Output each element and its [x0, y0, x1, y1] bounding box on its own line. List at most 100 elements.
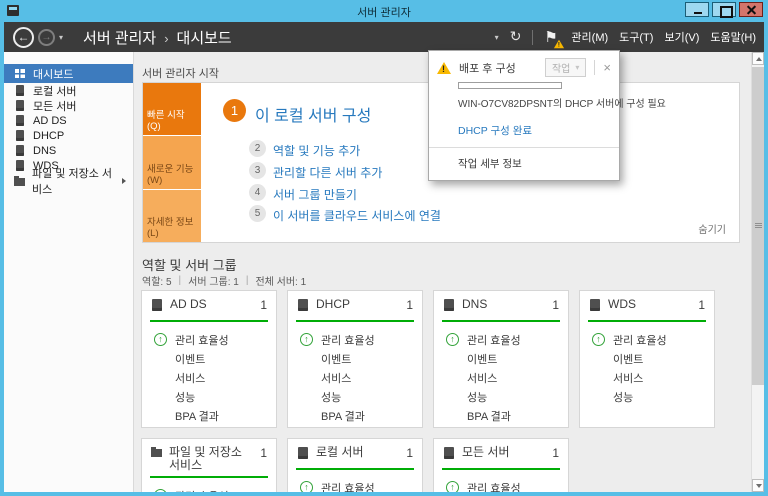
manageability-up-icon	[592, 333, 605, 346]
folder-server-icon	[14, 178, 25, 186]
scroll-up-button[interactable]	[752, 52, 764, 65]
menu-tools[interactable]: 도구(T)	[619, 29, 653, 45]
tile-server-count: 1	[260, 446, 267, 460]
tile-row-bpa[interactable]: BPA 결과	[434, 406, 568, 425]
toolbar-caret-icon[interactable]	[495, 33, 499, 42]
tile-link: 관리 효율성	[321, 332, 375, 348]
scroll-down-button[interactable]	[752, 479, 764, 492]
back-button[interactable]	[13, 27, 34, 48]
tile-row-events[interactable]: 이벤트	[288, 349, 422, 368]
menu-view[interactable]: 보기(V)	[664, 29, 699, 45]
step-3-link[interactable]: 관리할 다른 서버 추가	[273, 164, 382, 181]
tile-row-manageability[interactable]: 관리 효율성	[288, 478, 422, 492]
notifications-flag-icon[interactable]	[544, 28, 560, 46]
sidebar-item-all-servers[interactable]: 모든 서버	[4, 98, 133, 113]
notification-close-icon[interactable]	[603, 61, 611, 74]
progress-bar	[458, 82, 562, 89]
tile-row-manageability[interactable]: 관리 효율성	[142, 486, 276, 492]
hide-link[interactable]: 숨기기	[698, 221, 726, 236]
tab-whats-new[interactable]: 새로운 기능(W)	[143, 136, 201, 188]
toolbar-divider	[532, 30, 533, 45]
nav-history-caret-icon[interactable]	[59, 33, 63, 42]
refresh-icon[interactable]	[510, 28, 522, 46]
sidebar-item-file-storage-services[interactable]: 파일 및 저장소 서비스	[4, 173, 133, 188]
role-tile-dhcp: DHCP 1 관리 효율성 이벤트 서비스 성능 BPA 결과	[287, 290, 423, 428]
menu-manage[interactable]: 관리(M)	[571, 29, 608, 45]
tile-link: 이벤트	[175, 351, 205, 367]
tile-row-services[interactable]: 서비스	[580, 368, 714, 387]
group-tile-file-storage: 파일 및 저장소 서비스 1 관리 효율성 이벤트	[141, 438, 277, 492]
step-4-link[interactable]: 서버 그룹 만들기	[273, 186, 357, 203]
tile-row-performance[interactable]: 성능	[142, 387, 276, 406]
titlebar: 서버 관리자	[0, 0, 768, 22]
maximize-button[interactable]	[712, 2, 736, 17]
sidebar-item-dns[interactable]: DNS	[4, 143, 133, 158]
minimize-button[interactable]	[685, 2, 709, 17]
breadcrumb-separator: ›	[164, 31, 168, 46]
task-details-link[interactable]: 작업 세부 정보	[458, 158, 522, 170]
navigation-toolbar: 서버 관리자 › 대시보드 관리(M) 도구(T) 보기(V) 도움말(H)	[4, 22, 764, 52]
adds-role-icon	[152, 299, 162, 311]
close-button[interactable]	[739, 2, 763, 17]
sidebar-item-dashboard[interactable]: 대시보드	[4, 64, 133, 83]
step-5-badge: 5	[249, 205, 266, 222]
tile-title: AD DS	[170, 298, 207, 311]
tab-learn-more[interactable]: 자세한 정보(L)	[143, 190, 201, 242]
manageability-up-icon	[300, 333, 313, 346]
dhcp-role-icon	[16, 130, 24, 141]
tile-row-events[interactable]: 이벤트	[580, 349, 714, 368]
tile-row-bpa[interactable]: BPA 결과	[288, 406, 422, 425]
sidebar-item-label: 로컬 서버	[33, 83, 77, 99]
tile-link: 서비스	[175, 370, 205, 386]
tile-row-manageability[interactable]: 관리 효율성	[434, 330, 568, 349]
tile-link: 이벤트	[613, 351, 643, 367]
dhcp-configure-link[interactable]: DHCP 구성 완료	[458, 123, 532, 138]
tile-row-events[interactable]: 이벤트	[142, 349, 276, 368]
manageability-up-icon	[300, 481, 313, 492]
tile-row-services[interactable]: 서비스	[142, 368, 276, 387]
sidebar-item-label: 파일 및 저장소 서비스	[32, 165, 115, 197]
tile-link: 이벤트	[321, 351, 351, 367]
expand-arrow-icon[interactable]	[122, 178, 126, 184]
tile-row-performance[interactable]: 성능	[580, 387, 714, 406]
summary-separator: |	[246, 275, 249, 286]
sidebar-item-local-server[interactable]: 로컬 서버	[4, 83, 133, 98]
tile-row-bpa[interactable]: BPA 결과	[142, 406, 276, 425]
menu-help[interactable]: 도움말(H)	[710, 29, 756, 45]
tile-link: BPA 결과	[175, 408, 219, 424]
tile-title: 로컬 서버	[316, 446, 364, 459]
tile-row-services[interactable]: 서비스	[434, 368, 568, 387]
step-2-link[interactable]: 역할 및 기능 추가	[273, 142, 360, 159]
dns-role-icon	[444, 299, 454, 311]
tile-row-manageability[interactable]: 관리 효율성	[288, 330, 422, 349]
tile-row-manageability[interactable]: 관리 효율성	[434, 478, 568, 492]
scrollbar-thumb[interactable]	[752, 67, 764, 385]
adds-role-icon	[16, 115, 24, 126]
tile-row-manageability[interactable]: 관리 효율성	[580, 330, 714, 349]
post-deployment-notification: 배포 후 구성 작업 WIN-O7CV82DPSNT의 DHCP 서버에 구성 …	[428, 50, 620, 181]
tile-link: 관리 효율성	[175, 488, 229, 493]
tab-quick-start[interactable]: 빠른 시작(Q)	[143, 83, 201, 135]
manageability-up-icon	[154, 489, 167, 492]
tile-row-services[interactable]: 서비스	[288, 368, 422, 387]
step-3-badge: 3	[249, 162, 266, 179]
step-5-link[interactable]: 이 서버를 클라우드 서비스에 연결	[273, 207, 441, 224]
tile-row-performance[interactable]: 성능	[288, 387, 422, 406]
tile-row-manageability[interactable]: 관리 효율성	[142, 330, 276, 349]
tasks-dropdown-button[interactable]: 작업	[545, 58, 586, 77]
vertical-scrollbar[interactable]	[751, 52, 764, 492]
tasks-button-label: 작업	[552, 60, 570, 75]
warning-triangle-icon	[437, 62, 451, 74]
step-1-link[interactable]: 이 로컬 서버 구성	[255, 102, 371, 126]
app-body: 대시보드 로컬 서버 모든 서버 AD DS DHCP DNS WDS 파일	[4, 52, 764, 492]
tile-link: 이벤트	[467, 351, 497, 367]
sidebar-item-adds[interactable]: AD DS	[4, 113, 133, 128]
tile-row-performance[interactable]: 성능	[434, 387, 568, 406]
breadcrumb-root[interactable]: 서버 관리자	[83, 27, 156, 48]
roles-summary: 역할: 5 | 서버 그룹: 1 | 전체 서버: 1	[142, 273, 306, 288]
tile-row-events[interactable]: 이벤트	[434, 349, 568, 368]
role-tile-dns: DNS 1 관리 효율성 이벤트 서비스 성능 BPA 결과	[433, 290, 569, 428]
tile-title: 파일 및 저장소 서비스	[169, 446, 253, 472]
forward-button[interactable]	[38, 29, 55, 46]
sidebar-item-dhcp[interactable]: DHCP	[4, 128, 133, 143]
